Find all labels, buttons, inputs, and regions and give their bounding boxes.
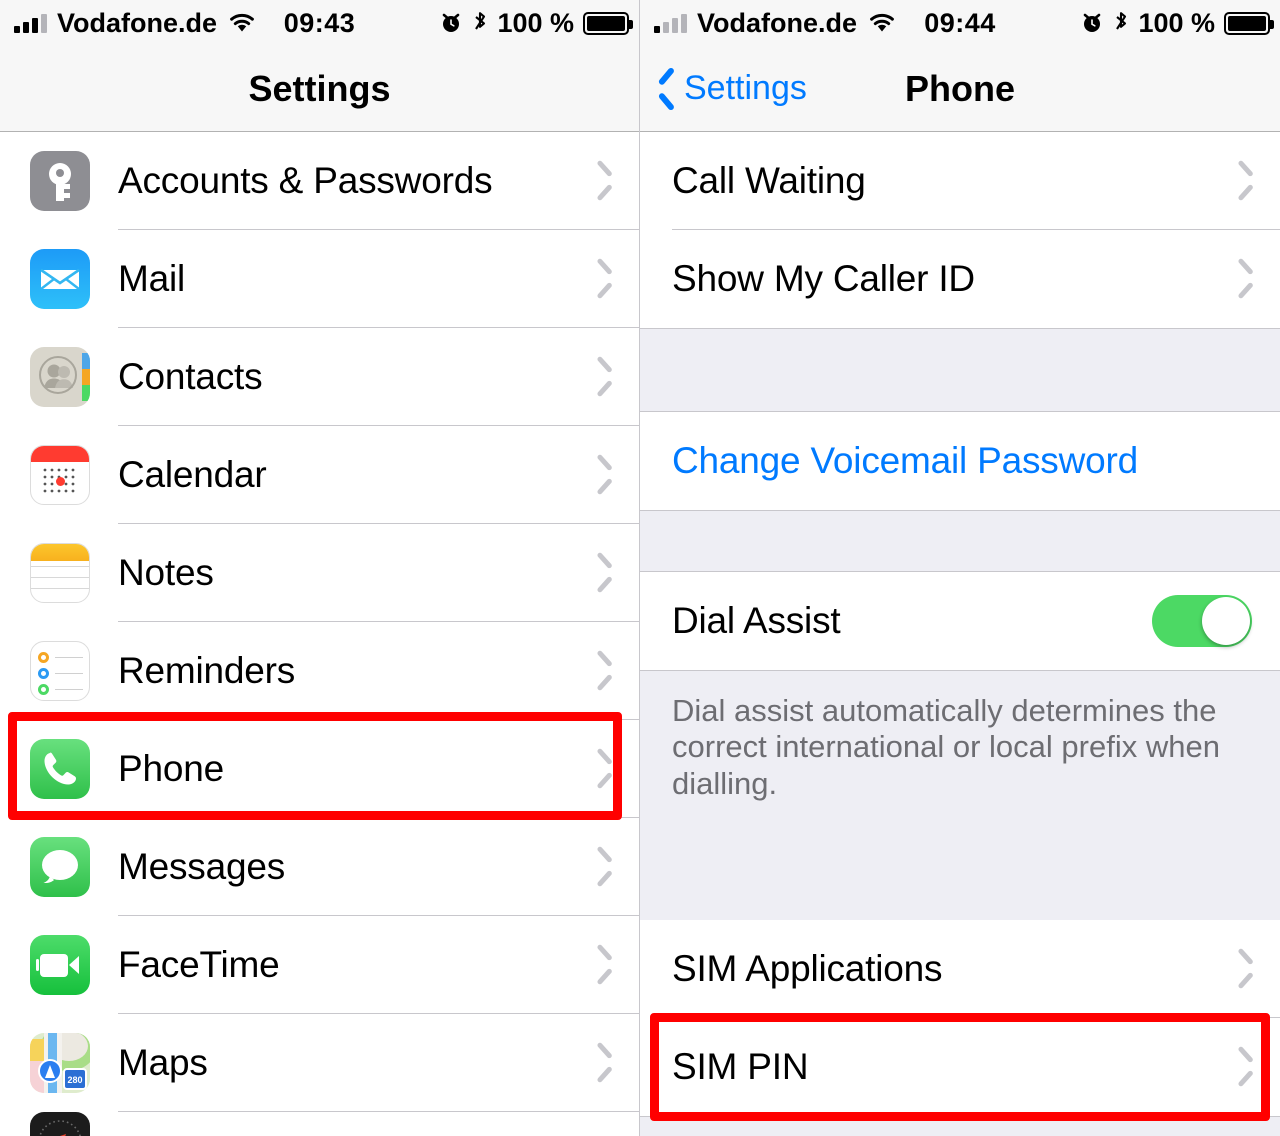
sidebar-item-label: Reminders: [118, 650, 296, 691]
nav-bar-left: Settings: [0, 46, 639, 132]
sidebar-item-label: Mail: [118, 258, 186, 299]
maps-icon: 280: [30, 1033, 90, 1093]
dial-assist-footer-note: Dial assist automatically determines the…: [640, 670, 1280, 920]
sidebar-item-label: Calendar: [118, 454, 267, 495]
clock-label: 09:43: [283, 7, 356, 38]
compass-icon: [30, 1112, 90, 1136]
chevron-right-icon: [1238, 1050, 1256, 1084]
list-item-change-voicemail-password[interactable]: Change Voicemail Password: [640, 412, 1280, 510]
list-item-label: Call Waiting: [672, 160, 866, 201]
list-item-label: Dial Assist: [672, 600, 841, 641]
sidebar-item-mail[interactable]: Mail: [0, 230, 639, 328]
sidebar-item-messages[interactable]: Messages: [0, 818, 639, 916]
list-item-label: SIM PIN: [672, 1046, 809, 1087]
sidebar-item-maps[interactable]: 280 Maps: [0, 1014, 639, 1112]
clock-label: 09:44: [924, 7, 996, 38]
list-item-label: Show My Caller ID: [672, 258, 975, 299]
section-gap-1: [640, 328, 1280, 412]
chevron-right-icon: [597, 262, 615, 296]
highway-shield-label: 280: [63, 1068, 87, 1090]
list-item-label: Change Voicemail Password: [672, 440, 1138, 481]
right-panel-phone-settings: Vodafone.de 09:44 100 % Settings Phone C…: [640, 0, 1280, 1136]
list-item-call-waiting[interactable]: Call Waiting: [640, 132, 1280, 230]
sidebar-item-label: Accounts & Passwords: [118, 160, 493, 201]
chevron-left-icon: [658, 72, 678, 106]
status-bar-left: Vodafone.de 09:43 100 %: [0, 0, 639, 46]
chevron-right-icon: [597, 1046, 615, 1080]
sidebar-item-reminders[interactable]: Reminders: [0, 622, 639, 720]
phone-settings-list: Call Waiting Show My Caller ID Change Vo…: [640, 132, 1280, 1136]
sidebar-item-label: Maps: [118, 1042, 208, 1083]
sidebar-item-accounts-passwords[interactable]: Accounts & Passwords: [0, 132, 639, 230]
sidebar-item-compass-partial[interactable]: [0, 1112, 639, 1136]
list-item-sim-applications[interactable]: SIM Applications: [640, 920, 1280, 1018]
chevron-right-icon: [597, 948, 615, 982]
chevron-right-icon: [1238, 164, 1256, 198]
messages-bubble-icon: [30, 837, 90, 897]
sidebar-item-label: Phone: [118, 748, 224, 789]
list-item-show-my-caller-id[interactable]: Show My Caller ID: [640, 230, 1280, 328]
chevron-right-icon: [597, 360, 615, 394]
sidebar-item-label: Messages: [118, 846, 286, 887]
sidebar-item-facetime[interactable]: FaceTime: [0, 916, 639, 1014]
sidebar-item-label: Contacts: [118, 356, 263, 397]
section-gap-2: [640, 510, 1280, 572]
list-item-sim-pin[interactable]: SIM PIN: [640, 1018, 1280, 1116]
page-title: Settings: [248, 67, 391, 109]
mail-envelope-icon: [30, 249, 90, 309]
chevron-right-icon: [597, 752, 615, 786]
chevron-right-icon: [1238, 952, 1256, 986]
sidebar-item-calendar[interactable]: Calendar: [0, 426, 639, 524]
key-icon: [30, 151, 90, 211]
nav-bar-right: Settings Phone: [640, 46, 1280, 132]
sidebar-item-notes[interactable]: Notes: [0, 524, 639, 622]
chevron-right-icon: [597, 164, 615, 198]
battery-full-icon: [583, 11, 633, 35]
chevron-right-icon: [1238, 262, 1256, 296]
list-item-label: SIM Applications: [672, 948, 943, 989]
list-item-dial-assist[interactable]: Dial Assist: [640, 572, 1280, 670]
calendar-icon: [30, 445, 90, 505]
left-panel-settings-list: Vodafone.de 09:43 100 % Settings Account…: [0, 0, 640, 1136]
settings-list: Accounts & Passwords Mail Contacts Calen…: [0, 132, 639, 1136]
chevron-right-icon: [597, 850, 615, 884]
facetime-camera-icon: [30, 935, 90, 995]
dual-screenshot-comparison: Vodafone.de 09:43 100 % Settings Account…: [0, 0, 1280, 1136]
chevron-right-icon: [597, 654, 615, 688]
back-button[interactable]: Settings: [640, 69, 807, 108]
sidebar-item-label: FaceTime: [118, 944, 280, 985]
notes-icon: [30, 543, 90, 603]
sidebar-item-label: Notes: [118, 552, 214, 593]
phone-handset-icon: [30, 739, 90, 799]
reminders-icon: [30, 641, 90, 701]
status-bar-right: Vodafone.de 09:44 100 %: [640, 0, 1280, 46]
sidebar-item-contacts[interactable]: Contacts: [0, 328, 639, 426]
back-button-label: Settings: [684, 69, 807, 107]
sidebar-item-phone[interactable]: Phone: [0, 720, 639, 818]
chevron-right-icon: [597, 556, 615, 590]
chevron-right-icon: [597, 458, 615, 492]
section-gap-3: [640, 1116, 1280, 1136]
contacts-icon: [30, 347, 90, 407]
dial-assist-toggle[interactable]: [1152, 595, 1252, 647]
battery-full-icon: [1224, 11, 1274, 35]
